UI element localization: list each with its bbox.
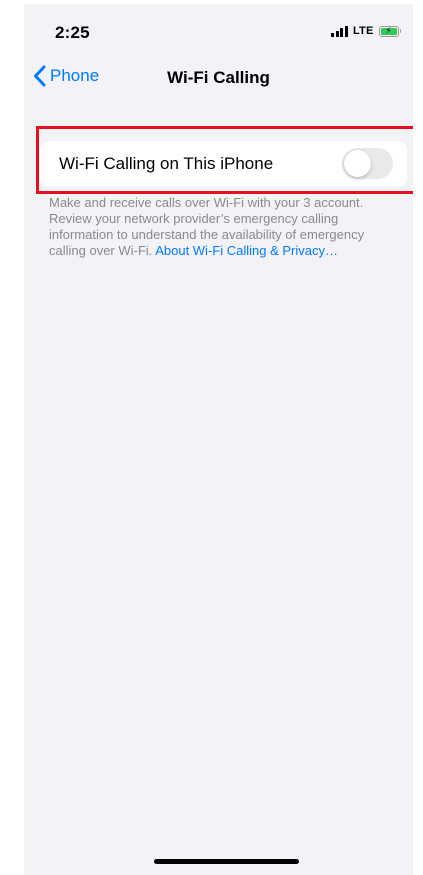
page-title: Wi-Fi Calling: [167, 68, 270, 87]
phone-screen: 2:25 LTE ⚡ Phone Wi-Fi Calling Wi-Fi Cal…: [24, 4, 413, 875]
wifi-calling-setting-row: Wi-Fi Calling on This iPhone: [40, 141, 407, 187]
wifi-calling-toggle[interactable]: [342, 148, 393, 179]
about-wifi-calling-link[interactable]: About Wi-Fi Calling & Privacy…: [155, 243, 338, 258]
home-indicator[interactable]: [154, 859, 299, 864]
battery-icon: ⚡: [378, 25, 401, 37]
status-indicators: LTE ⚡: [331, 25, 401, 37]
navigation-bar: Phone Wi-Fi Calling: [24, 60, 413, 100]
wifi-calling-description: Make and receive calls over Wi-Fi with y…: [49, 195, 399, 259]
wifi-calling-label: Wi-Fi Calling on This iPhone: [59, 154, 274, 173]
network-type: LTE: [352, 25, 374, 37]
charging-bolt-icon: ⚡: [385, 25, 392, 36]
status-bar: 2:25 LTE ⚡: [24, 4, 413, 54]
status-time: 2:25: [55, 23, 90, 42]
toggle-knob: [344, 150, 371, 177]
signal-icon: [331, 25, 348, 37]
